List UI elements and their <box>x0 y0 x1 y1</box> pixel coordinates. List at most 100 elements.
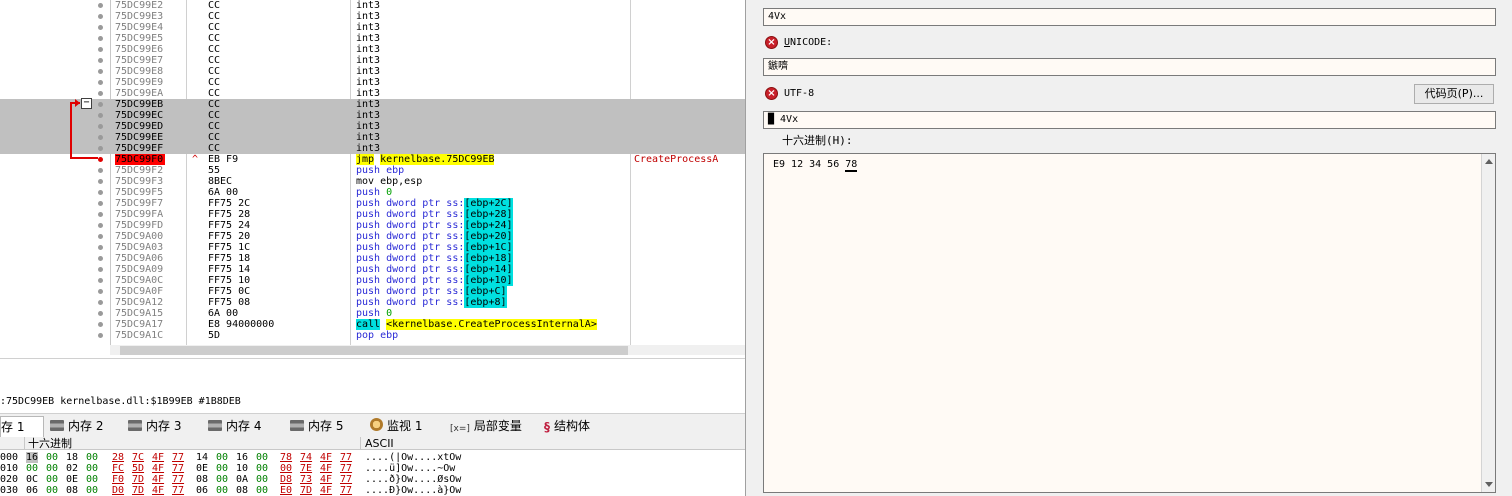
hex-byte[interactable]: 16 <box>236 452 248 463</box>
hex-byte[interactable]: 00 <box>256 463 268 474</box>
tab-3[interactable]: 内存 3 <box>124 416 198 437</box>
hex-byte[interactable]: D8 <box>280 474 292 485</box>
disassembly-view[interactable]: 75DC99E2 CC int3 75DC99E3 CC int3 75DC99E4 CC in… <box>0 0 745 355</box>
hex-byte[interactable]: 00 <box>256 452 268 463</box>
breakpoint-slot-icon[interactable] <box>98 201 103 206</box>
breakpoint-slot-icon[interactable] <box>98 333 103 338</box>
scrollbar-thumb[interactable] <box>120 346 628 355</box>
collapse-icon[interactable]: − <box>81 98 92 109</box>
disassembly-row[interactable]: 75DC99E8 CC int3 <box>0 66 745 77</box>
hex-byte[interactable]: 7D <box>132 474 144 485</box>
disassembly-row[interactable]: 75DC9A06 FF75 18 push dword ptr ss:[ebp+18… <box>0 253 745 264</box>
hex-byte[interactable]: 77 <box>340 452 352 463</box>
breakpoint-slot-icon[interactable] <box>98 267 103 272</box>
breakpoint-slot-icon[interactable] <box>98 234 103 239</box>
tab-6[interactable]: 监视 1 <box>366 416 440 437</box>
breakpoint-slot-icon[interactable] <box>98 25 103 30</box>
hex-byte[interactable]: 7D <box>132 485 144 496</box>
hex-byte[interactable]: 16 <box>26 452 39 463</box>
disassembly-row[interactable]: 75DC99EF CC int3 <box>0 143 745 154</box>
hex-byte[interactable]: 00 <box>46 452 58 463</box>
hex-byte[interactable]: 7E <box>300 463 312 474</box>
hex-byte[interactable]: 06 <box>196 485 208 496</box>
breakpoint-slot-icon[interactable] <box>98 278 103 283</box>
tab-8[interactable]: § 结构体 <box>540 416 614 437</box>
breakpoint-slot-icon[interactable] <box>98 168 103 173</box>
breakpoint-slot-icon[interactable] <box>98 47 103 52</box>
hex-byte[interactable]: 02 <box>66 463 78 474</box>
breakpoint-slot-icon[interactable] <box>98 135 103 140</box>
breakpoint-slot-icon[interactable] <box>98 300 103 305</box>
hex-row[interactable]: 020 0C 00 0E 00 F0 7D 4F 77 08 00 0A 00 D8 73 4F 77 ....ð… <box>0 474 745 485</box>
breakpoint-slot-icon[interactable] <box>98 256 103 261</box>
disassembly-row[interactable]: 75DC99E4 CC int3 <box>0 22 745 33</box>
ascii-column-header[interactable]: ASCII <box>365 437 394 450</box>
hex-byte[interactable]: 00 <box>86 474 98 485</box>
disassembly-row[interactable]: 75DC99F7 FF75 2C push dword ptr ss:[ebp+2C… <box>0 198 745 209</box>
hex-byte[interactable]: 7C <box>132 452 144 463</box>
breakpoint-slot-icon[interactable] <box>98 289 103 294</box>
breakpoint-slot-icon[interactable] <box>98 311 103 316</box>
hex-byte[interactable]: 77 <box>172 474 184 485</box>
hex-byte[interactable]: D0 <box>112 485 124 496</box>
breakpoint-slot-icon[interactable] <box>98 14 103 19</box>
hex-byte[interactable]: 4F <box>152 474 164 485</box>
tab-2[interactable]: 内存 2 <box>46 416 120 437</box>
hex-byte[interactable]: E0 <box>280 485 292 496</box>
utf8-field[interactable]: █ 4Vx <box>763 111 1496 129</box>
disassembly-row[interactable]: 75DC99FD FF75 24 push dword ptr ss:[ebp+24… <box>0 220 745 231</box>
disassembly-row[interactable]: 75DC9A0C FF75 10 push dword ptr ss:[ebp+10… <box>0 275 745 286</box>
hex-byte[interactable]: 0C <box>26 474 38 485</box>
disassembly-row[interactable]: 75DC99EA CC int3 <box>0 88 745 99</box>
breakpoint-slot-icon[interactable] <box>98 91 103 96</box>
breakpoint-slot-icon[interactable] <box>98 69 103 74</box>
breakpoint-slot-icon[interactable] <box>98 212 103 217</box>
disassembly-row[interactable]: 75DC99E9 CC int3 <box>0 77 745 88</box>
hex-byte[interactable]: 00 <box>256 485 268 496</box>
disassembly-row[interactable]: 75DC99E6 CC int3 <box>0 44 745 55</box>
hex-byte[interactable]: 74 <box>300 452 312 463</box>
hex-byte[interactable]: 5D <box>132 463 144 474</box>
breakpoint-slot-icon[interactable] <box>98 322 103 327</box>
hex-byte[interactable]: 00 <box>280 463 292 474</box>
hex-byte[interactable]: 10 <box>236 463 248 474</box>
disassembly-row[interactable]: 75DC99FA FF75 28 push dword ptr ss:[ebp+28… <box>0 209 745 220</box>
hex-byte[interactable]: 4F <box>320 463 332 474</box>
disassembly-row[interactable]: 75DC9A12 FF75 08 push dword ptr ss:[ebp+8] <box>0 297 745 308</box>
disassembly-row[interactable]: 75DC99EC CC int3 <box>0 110 745 121</box>
hex-byte[interactable]: 00 <box>216 474 228 485</box>
breakpoint-slot-icon[interactable] <box>98 80 103 85</box>
disassembly-row[interactable]: 75DC9A00 FF75 20 push dword ptr ss:[ebp+20… <box>0 231 745 242</box>
hex-byte[interactable]: 77 <box>340 463 352 474</box>
hex-byte[interactable]: 73 <box>300 474 312 485</box>
hex-byte[interactable]: 4F <box>320 485 332 496</box>
hex-byte[interactable]: 4F <box>320 452 332 463</box>
disassembly-row[interactable]: 75DC9A0F FF75 0C push dword ptr ss:[ebp+C] <box>0 286 745 297</box>
hex-byte[interactable]: 14 <box>196 452 208 463</box>
hex-byte[interactable]: 4F <box>152 463 164 474</box>
breakpoint-slot-icon[interactable] <box>98 3 103 8</box>
hex-byte[interactable]: F0 <box>112 474 124 485</box>
hex-byte[interactable]: 08 <box>66 485 78 496</box>
vertical-scrollbar[interactable] <box>1481 154 1495 492</box>
breakpoint-slot-icon[interactable] <box>98 36 103 41</box>
hex-row[interactable]: 030 06 00 08 00 D0 7D 4F 77 06 00 08 00 E0 7D 4F 77 ....Ð… <box>0 485 745 496</box>
hex-byte[interactable]: 00 <box>46 485 58 496</box>
hex-byte[interactable]: 0E <box>196 463 208 474</box>
hex-byte[interactable]: 77 <box>340 485 352 496</box>
breakpoint-slot-icon[interactable] <box>98 245 103 250</box>
hex-byte[interactable]: FC <box>112 463 124 474</box>
breakpoint-slot-icon[interactable] <box>98 223 103 228</box>
ascii-field[interactable]: 4Vx <box>763 8 1496 26</box>
codepage-button[interactable]: 代码页(P)... <box>1414 84 1494 104</box>
disassembly-row[interactable]: 75DC99E7 CC int3 <box>0 55 745 66</box>
breakpoint-slot-icon[interactable] <box>98 124 103 129</box>
hex-column-header[interactable]: 十六进制 <box>28 437 72 450</box>
disassembly-row[interactable]: 75DC99ED CC int3 <box>0 121 745 132</box>
hex-byte[interactable]: 08 <box>196 474 208 485</box>
hex-byte[interactable]: 77 <box>172 452 184 463</box>
disassembly-row[interactable]: 75DC99E2 CC int3 <box>0 0 745 11</box>
disassembly-row[interactable]: 75DC99EE CC int3 <box>0 132 745 143</box>
hex-byte[interactable]: 28 <box>112 452 124 463</box>
tab-7[interactable]: [x=] 局部变量 <box>446 416 528 437</box>
